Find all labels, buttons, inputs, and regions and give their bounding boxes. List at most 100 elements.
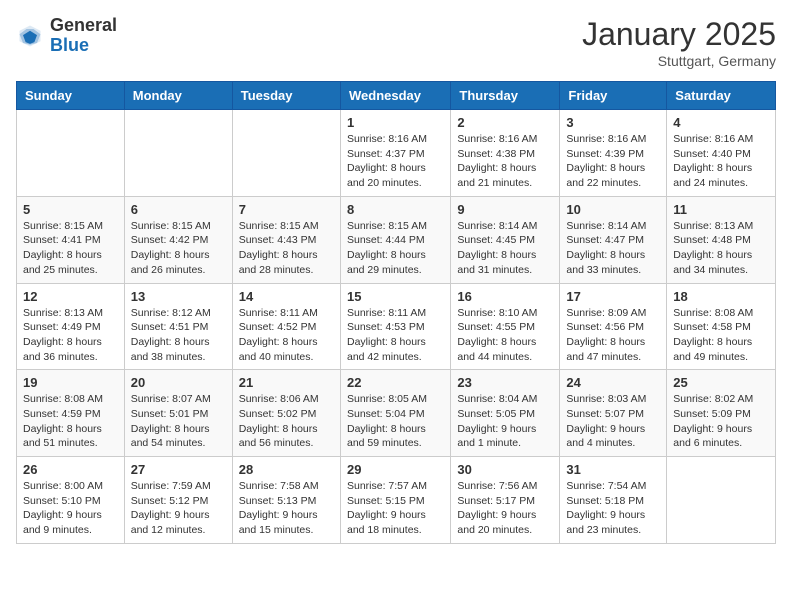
calendar-day-15: 15 Sunrise: 8:11 AM Sunset: 4:53 PM Dayli… [340,283,450,370]
day-number: 23 [457,375,553,390]
month-title: January 2025 [582,16,776,53]
day-number: 6 [131,202,226,217]
calendar-day-10: 10Sunrise: 8:14 AM Sunset: 4:47 PM Dayli… [560,196,667,283]
day-number: 24 [566,375,660,390]
day-number: 28 [239,462,334,477]
calendar-day-4: 4Sunrise: 8:16 AM Sunset: 4:40 PM Daylig… [667,110,776,197]
day-content: Sunrise: 7:54 AM Sunset: 5:18 PM Dayligh… [566,479,660,538]
day-content: Sunrise: 8:16 AM Sunset: 4:38 PM Dayligh… [457,132,553,191]
day-content: Sunrise: 8:15 AM Sunset: 4:42 PM Dayligh… [131,219,226,278]
day-content: Sunrise: 8:02 AM Sunset: 5:09 PM Dayligh… [673,392,769,451]
title-block: January 2025 Stuttgart, Germany [582,16,776,69]
day-content: Sunrise: 7:59 AM Sunset: 5:12 PM Dayligh… [131,479,226,538]
day-number: 13 [131,289,226,304]
logo-icon [16,22,44,50]
day-header-monday: Monday [124,82,232,110]
calendar-day-21: 21Sunrise: 8:06 AM Sunset: 5:02 PM Dayli… [232,370,340,457]
day-header-wednesday: Wednesday [340,82,450,110]
day-header-saturday: Saturday [667,82,776,110]
day-number: 16 [457,289,553,304]
calendar-day-30: 30 Sunrise: 7:56 AM Sunset: 5:17 PM Dayli… [451,457,560,544]
day-number: 3 [566,115,660,130]
day-content: Sunrise: 8:16 AM Sunset: 4:39 PM Dayligh… [566,132,660,191]
day-number: 18 [673,289,769,304]
calendar-day-3: 3 Sunrise: 8:16 AM Sunset: 4:39 PM Daylig… [560,110,667,197]
day-number: 10 [566,202,660,217]
day-content: Sunrise: 8:08 AM Sunset: 4:58 PM Dayligh… [673,306,769,365]
calendar-day-17: 17 Sunrise: 8:09 AM Sunset: 4:56 PM Dayli… [560,283,667,370]
day-content: Sunrise: 8:13 AM Sunset: 4:49 PM Dayligh… [23,306,118,365]
day-number: 19 [23,375,118,390]
calendar-week-row: 19Sunrise: 8:08 AM Sunset: 4:59 PM Dayli… [17,370,776,457]
page-header: General Blue January 2025 Stuttgart, Ger… [16,16,776,69]
day-number: 29 [347,462,444,477]
day-content: Sunrise: 7:57 AM Sunset: 5:15 PM Dayligh… [347,479,444,538]
day-header-friday: Friday [560,82,667,110]
day-number: 22 [347,375,444,390]
calendar-week-row: 26 Sunrise: 8:00 AM Sunset: 5:10 PM Dayli… [17,457,776,544]
calendar-week-row: 5 Sunrise: 8:15 AM Sunset: 4:41 PM Daylig… [17,196,776,283]
day-header-thursday: Thursday [451,82,560,110]
day-number: 15 [347,289,444,304]
day-number: 17 [566,289,660,304]
day-header-tuesday: Tuesday [232,82,340,110]
day-content: Sunrise: 8:11 AM Sunset: 4:53 PM Dayligh… [347,306,444,365]
logo-blue-text: Blue [50,36,117,56]
calendar-day-23: 23Sunrise: 8:04 AM Sunset: 5:05 PM Dayli… [451,370,560,457]
day-number: 11 [673,202,769,217]
day-content: Sunrise: 8:10 AM Sunset: 4:55 PM Dayligh… [457,306,553,365]
day-content: Sunrise: 8:09 AM Sunset: 4:56 PM Dayligh… [566,306,660,365]
day-number: 1 [347,115,444,130]
day-number: 20 [131,375,226,390]
calendar-empty-cell [667,457,776,544]
day-content: Sunrise: 7:56 AM Sunset: 5:17 PM Dayligh… [457,479,553,538]
calendar-day-29: 29 Sunrise: 7:57 AM Sunset: 5:15 PM Dayli… [340,457,450,544]
day-number: 31 [566,462,660,477]
calendar-day-25: 25 Sunrise: 8:02 AM Sunset: 5:09 PM Dayli… [667,370,776,457]
calendar-day-18: 18 Sunrise: 8:08 AM Sunset: 4:58 PM Dayli… [667,283,776,370]
day-content: Sunrise: 8:05 AM Sunset: 5:04 PM Dayligh… [347,392,444,451]
calendar-day-13: 13 Sunrise: 8:12 AM Sunset: 4:51 PM Dayli… [124,283,232,370]
day-number: 7 [239,202,334,217]
day-number: 12 [23,289,118,304]
day-content: Sunrise: 8:16 AM Sunset: 4:40 PM Dayligh… [673,132,769,191]
day-content: Sunrise: 8:07 AM Sunset: 5:01 PM Dayligh… [131,392,226,451]
day-number: 5 [23,202,118,217]
day-content: Sunrise: 8:15 AM Sunset: 4:41 PM Dayligh… [23,219,118,278]
day-content: Sunrise: 8:03 AM Sunset: 5:07 PM Dayligh… [566,392,660,451]
calendar-day-20: 20 Sunrise: 8:07 AM Sunset: 5:01 PM Dayli… [124,370,232,457]
day-content: Sunrise: 8:16 AM Sunset: 4:37 PM Dayligh… [347,132,444,191]
calendar-day-7: 7 Sunrise: 8:15 AM Sunset: 4:43 PM Daylig… [232,196,340,283]
calendar-day-14: 14Sunrise: 8:11 AM Sunset: 4:52 PM Dayli… [232,283,340,370]
day-header-sunday: Sunday [17,82,125,110]
day-number: 2 [457,115,553,130]
calendar-day-9: 9Sunrise: 8:14 AM Sunset: 4:45 PM Daylig… [451,196,560,283]
calendar-day-22: 22 Sunrise: 8:05 AM Sunset: 5:04 PM Dayli… [340,370,450,457]
day-number: 30 [457,462,553,477]
calendar-day-27: 27Sunrise: 7:59 AM Sunset: 5:12 PM Dayli… [124,457,232,544]
calendar-empty-cell [124,110,232,197]
calendar-day-8: 8Sunrise: 8:15 AM Sunset: 4:44 PM Daylig… [340,196,450,283]
calendar-day-1: 1 Sunrise: 8:16 AM Sunset: 4:37 PM Daylig… [340,110,450,197]
day-content: Sunrise: 8:06 AM Sunset: 5:02 PM Dayligh… [239,392,334,451]
day-content: Sunrise: 8:13 AM Sunset: 4:48 PM Dayligh… [673,219,769,278]
day-number: 26 [23,462,118,477]
calendar-week-row: 12 Sunrise: 8:13 AM Sunset: 4:49 PM Dayli… [17,283,776,370]
logo-text: General Blue [50,16,117,56]
day-number: 9 [457,202,553,217]
day-number: 25 [673,375,769,390]
location-text: Stuttgart, Germany [582,53,776,69]
calendar-empty-cell [232,110,340,197]
calendar-day-19: 19Sunrise: 8:08 AM Sunset: 4:59 PM Dayli… [17,370,125,457]
calendar-day-12: 12 Sunrise: 8:13 AM Sunset: 4:49 PM Dayli… [17,283,125,370]
calendar-day-2: 2 Sunrise: 8:16 AM Sunset: 4:38 PM Daylig… [451,110,560,197]
calendar-day-24: 24 Sunrise: 8:03 AM Sunset: 5:07 PM Dayli… [560,370,667,457]
calendar-day-5: 5 Sunrise: 8:15 AM Sunset: 4:41 PM Daylig… [17,196,125,283]
day-content: Sunrise: 8:15 AM Sunset: 4:43 PM Dayligh… [239,219,334,278]
day-content: Sunrise: 8:12 AM Sunset: 4:51 PM Dayligh… [131,306,226,365]
calendar-day-26: 26 Sunrise: 8:00 AM Sunset: 5:10 PM Dayli… [17,457,125,544]
day-content: Sunrise: 7:58 AM Sunset: 5:13 PM Dayligh… [239,479,334,538]
calendar-week-row: 1 Sunrise: 8:16 AM Sunset: 4:37 PM Daylig… [17,110,776,197]
day-content: Sunrise: 8:00 AM Sunset: 5:10 PM Dayligh… [23,479,118,538]
calendar-day-31: 31 Sunrise: 7:54 AM Sunset: 5:18 PM Dayli… [560,457,667,544]
